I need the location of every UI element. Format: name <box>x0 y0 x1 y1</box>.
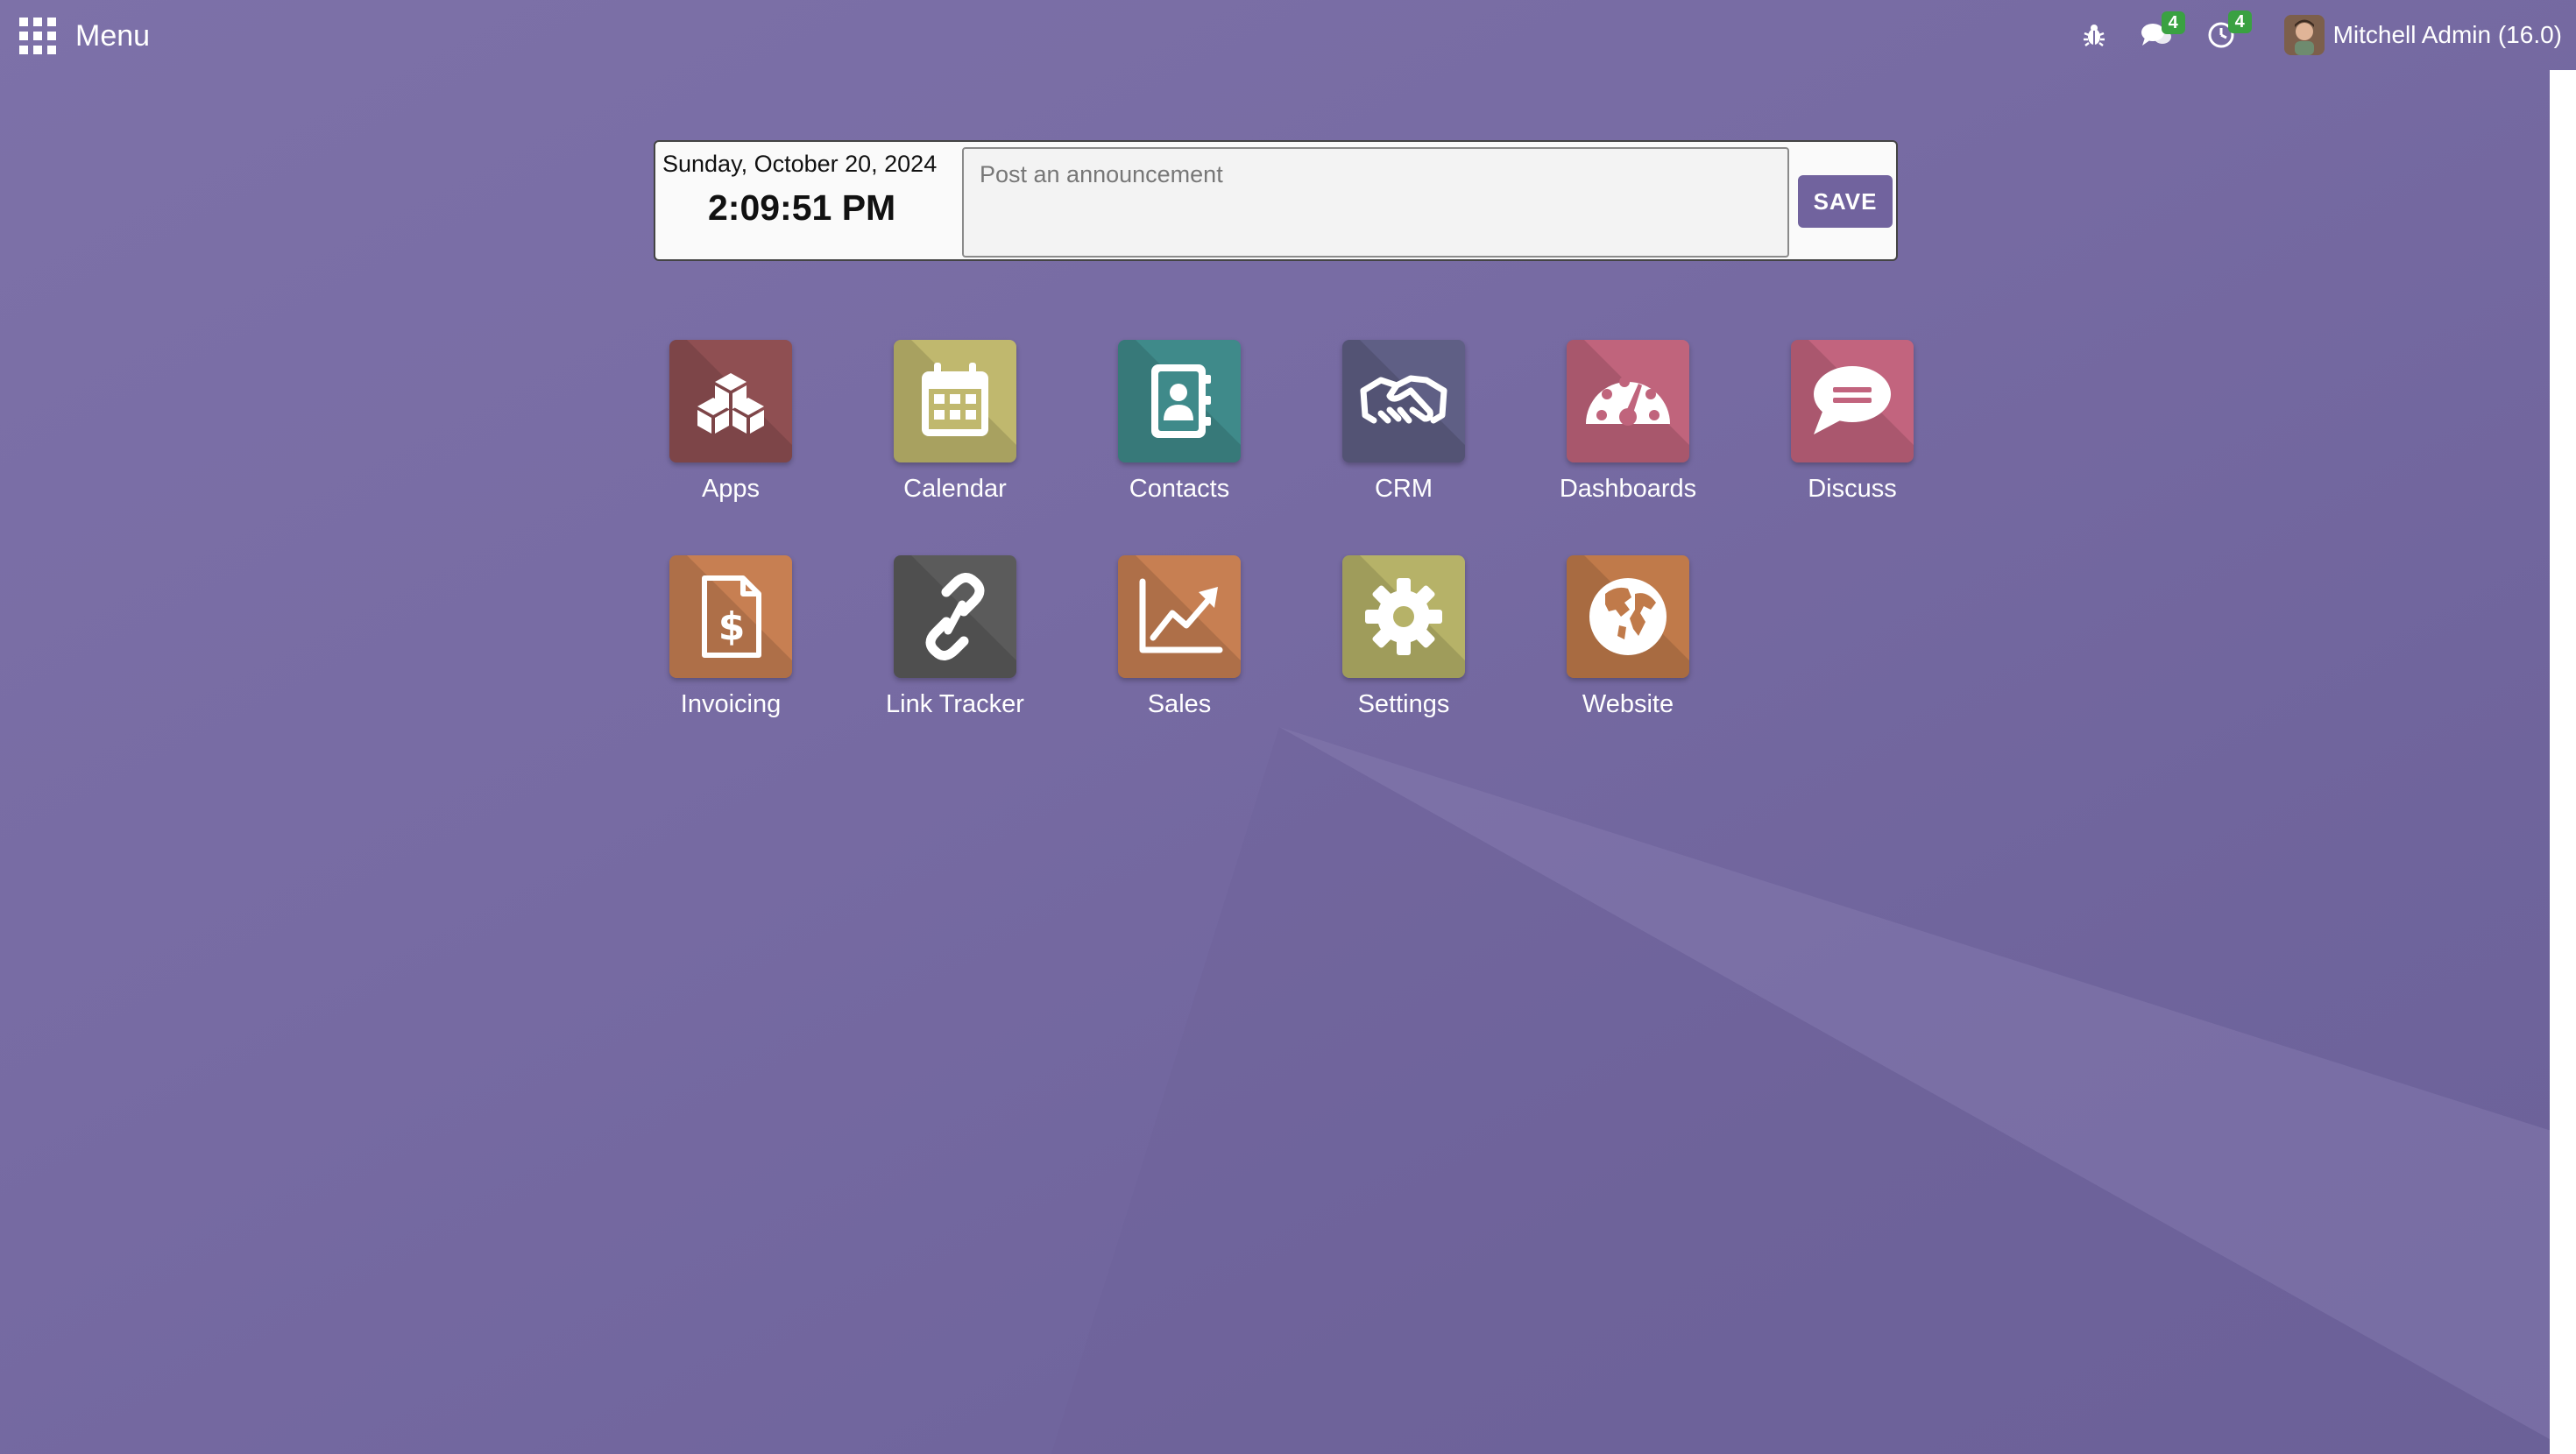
svg-text:$: $ <box>718 604 746 649</box>
app-label: Website <box>1582 690 1674 718</box>
messages-count-badge: 4 <box>2161 11 2185 34</box>
app-tile <box>894 555 1016 678</box>
app-label: Dashboards <box>1559 475 1697 503</box>
app-settings[interactable]: Settings <box>1307 555 1500 719</box>
avatar <box>2283 15 2325 55</box>
app-tile <box>1342 340 1465 462</box>
app-label: Calendar <box>903 475 1007 503</box>
app-sales[interactable]: Sales <box>1083 555 1276 719</box>
app-label: Settings <box>1357 690 1450 718</box>
announcement-widget: Sunday, October 20, 2024 2:09:51 PM SAVE <box>654 140 1898 261</box>
debug-menu-button[interactable] <box>2083 23 2105 47</box>
app-tile <box>1791 340 1914 462</box>
app-tile <box>1567 340 1689 462</box>
grid-icon <box>19 18 56 54</box>
activity-menu-button[interactable]: 4 <box>2207 11 2252 49</box>
user-menu[interactable]: Mitchell Admin (16.0) <box>2283 15 2562 55</box>
app-apps[interactable]: Apps <box>634 340 827 504</box>
app-tile <box>669 340 792 462</box>
home-menu-toggle[interactable]: Menu <box>19 18 150 54</box>
systray: 4 4 Mitchell Admin (16.0) <box>2048 11 2562 58</box>
link-icon <box>925 573 985 660</box>
messaging-menu-button[interactable]: 4 <box>2141 11 2185 48</box>
app-label: Apps <box>701 475 761 503</box>
app-label: Sales <box>1147 690 1212 718</box>
app-label: Contacts <box>1129 475 1230 503</box>
activities-count-badge: 4 <box>2227 11 2252 33</box>
app-discuss[interactable]: Discuss <box>1756 340 1949 504</box>
app-link-tracker[interactable]: Link Tracker <box>859 555 1051 719</box>
current-time: 2:09:51 PM <box>708 187 896 228</box>
bug-icon <box>2083 25 2105 46</box>
app-contacts[interactable]: Contacts <box>1083 340 1276 504</box>
app-website[interactable]: Website <box>1532 555 1724 719</box>
app-tile <box>1567 555 1689 678</box>
menu-label: Menu <box>75 18 151 53</box>
tachometer-icon <box>1586 377 1670 426</box>
app-crm[interactable]: CRM <box>1307 340 1500 504</box>
app-tile <box>1118 340 1241 462</box>
scrollbar-track[interactable] <box>2550 70 2576 1454</box>
globe-icon <box>1589 578 1667 655</box>
app-tile <box>894 340 1016 462</box>
app-label: Link Tracker <box>886 690 1024 718</box>
cubes-icon <box>697 373 764 434</box>
current-date: Sunday, October 20, 2024 <box>662 151 938 177</box>
app-calendar[interactable]: Calendar <box>859 340 1051 504</box>
handshake-icon <box>1360 375 1447 424</box>
app-invoicing[interactable]: $ Invoicing <box>634 555 827 719</box>
comment-icon <box>1814 366 1891 434</box>
app-label: Discuss <box>1808 475 1897 503</box>
calendar-icon <box>922 363 988 436</box>
app-label: CRM <box>1374 475 1433 503</box>
announcement-input[interactable] <box>962 147 1789 258</box>
app-dashboards[interactable]: Dashboards <box>1532 340 1724 504</box>
app-tile: $ <box>669 555 792 678</box>
user-name: Mitchell Admin (16.0) <box>2332 21 2562 48</box>
app-tile <box>1118 555 1241 678</box>
app-tile <box>1342 555 1465 678</box>
app-label: Invoicing <box>680 690 782 718</box>
top-navbar: Menu 4 4 Mitchell Admin (16.0) <box>0 0 2576 70</box>
chart-line-icon <box>1139 578 1223 653</box>
gear-icon <box>1365 578 1442 655</box>
save-button[interactable]: SAVE <box>1798 175 1893 228</box>
invoice-icon: $ <box>702 575 761 658</box>
address-book-icon <box>1151 364 1211 438</box>
